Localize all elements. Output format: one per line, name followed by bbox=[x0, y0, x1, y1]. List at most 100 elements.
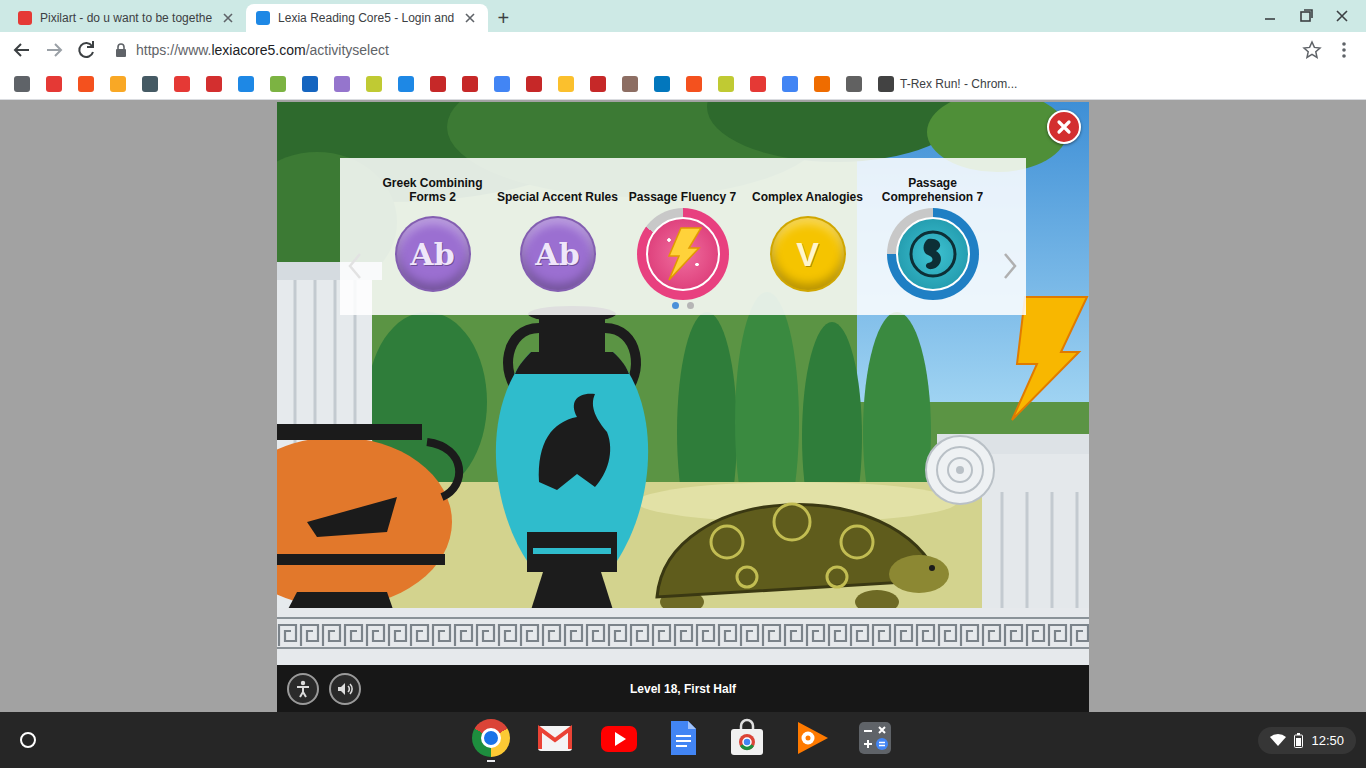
bookmark[interactable] bbox=[390, 70, 422, 98]
bookmark-icon bbox=[654, 76, 670, 92]
bookmark-icon bbox=[782, 76, 798, 92]
bookmark[interactable] bbox=[230, 70, 262, 98]
bookmark-icon bbox=[686, 76, 702, 92]
bookmark-icon bbox=[814, 76, 830, 92]
screen: Pixilart - do u want to be togethe Lexia… bbox=[0, 0, 1366, 768]
shelf-app[interactable] bbox=[651, 712, 715, 768]
sound-button[interactable] bbox=[329, 673, 361, 705]
page-dot[interactable] bbox=[672, 302, 679, 309]
taskbar: 12:50 bbox=[0, 712, 1366, 768]
bookmark[interactable] bbox=[806, 70, 838, 98]
status-area[interactable]: 12:50 bbox=[1258, 727, 1356, 754]
bookmark-icon bbox=[398, 76, 414, 92]
reload-icon[interactable] bbox=[70, 34, 102, 66]
speaker-icon bbox=[335, 679, 355, 699]
bookmark[interactable] bbox=[838, 70, 870, 98]
bookmark-icon bbox=[718, 76, 734, 92]
bookmark[interactable] bbox=[678, 70, 710, 98]
tab-strip: Pixilart - do u want to be togethe Lexia… bbox=[0, 0, 1366, 32]
bookmark[interactable] bbox=[326, 70, 358, 98]
bookmark[interactable] bbox=[134, 70, 166, 98]
bookmark[interactable] bbox=[550, 70, 582, 98]
running-indicator bbox=[807, 761, 815, 763]
lock-icon[interactable] bbox=[114, 42, 128, 58]
bookmark-icon bbox=[526, 76, 542, 92]
clock: 12:50 bbox=[1311, 733, 1344, 748]
close-icon[interactable] bbox=[462, 10, 478, 26]
bookmark[interactable] bbox=[102, 70, 134, 98]
bookmark[interactable] bbox=[710, 70, 742, 98]
shelf-app[interactable] bbox=[715, 712, 779, 768]
bookmark-icon bbox=[590, 76, 606, 92]
close-icon[interactable] bbox=[220, 10, 236, 26]
shelf-app[interactable] bbox=[523, 712, 587, 768]
browser-tab[interactable]: Lexia Reading Core5 - Login and bbox=[246, 4, 488, 32]
bookmark-icon bbox=[206, 76, 222, 92]
running-indicator bbox=[487, 760, 495, 762]
bookmark[interactable]: T-Rex Run! - Chrom... bbox=[870, 70, 1025, 98]
bookmark[interactable] bbox=[198, 70, 230, 98]
bookmark-icon bbox=[494, 76, 510, 92]
shelf-app[interactable] bbox=[843, 712, 907, 768]
activity-name: Passage Comprehension 7 bbox=[872, 174, 994, 204]
bookmark[interactable] bbox=[294, 70, 326, 98]
bookmark[interactable] bbox=[70, 70, 102, 98]
page-content: Greek Combining Forms 2 AbSpecial Accent… bbox=[0, 100, 1366, 712]
page-dot[interactable] bbox=[687, 302, 694, 309]
bookmark-icon bbox=[462, 76, 478, 92]
activity-badge-icon: V bbox=[770, 216, 846, 292]
browser-tab[interactable]: Pixilart - do u want to be togethe bbox=[8, 4, 246, 32]
bookmark[interactable] bbox=[646, 70, 678, 98]
bookmark[interactable] bbox=[454, 70, 486, 98]
bookmark-icon bbox=[430, 76, 446, 92]
bookmark[interactable] bbox=[774, 70, 806, 98]
bookmark-icon bbox=[878, 76, 894, 92]
forward-icon[interactable] bbox=[38, 34, 70, 66]
close-window-icon[interactable] bbox=[1326, 2, 1358, 30]
bookmark[interactable] bbox=[38, 70, 70, 98]
close-button[interactable] bbox=[1047, 110, 1081, 144]
bookmark[interactable] bbox=[262, 70, 294, 98]
menu-icon[interactable] bbox=[1328, 34, 1360, 66]
back-icon[interactable] bbox=[6, 34, 38, 66]
next-arrow-icon[interactable] bbox=[1002, 250, 1018, 282]
activity[interactable]: Passage Comprehension 7 bbox=[870, 174, 995, 300]
bookmark[interactable] bbox=[166, 70, 198, 98]
activity[interactable]: Complex Analogies V bbox=[745, 174, 870, 300]
shelf-app[interactable] bbox=[459, 712, 523, 768]
activity-name: Complex Analogies bbox=[752, 174, 863, 204]
chrome-icon bbox=[472, 719, 510, 757]
page-indicator bbox=[340, 302, 1026, 309]
favicon-icon bbox=[256, 11, 270, 25]
new-tab-button[interactable]: + bbox=[488, 4, 518, 32]
bookmark[interactable] bbox=[422, 70, 454, 98]
activity[interactable]: Special Accent Rules Ab bbox=[495, 174, 620, 300]
bookmark[interactable] bbox=[6, 70, 38, 98]
bookmark[interactable] bbox=[614, 70, 646, 98]
bookmark[interactable] bbox=[582, 70, 614, 98]
activity-progress-ring bbox=[637, 208, 729, 300]
gmail-icon bbox=[535, 718, 575, 758]
activity-name: Greek Combining Forms 2 bbox=[372, 174, 494, 204]
bookmark[interactable] bbox=[518, 70, 550, 98]
address-bar[interactable]: https://www.lexiacore5.com/activityselec… bbox=[102, 42, 1296, 58]
bookmark[interactable] bbox=[742, 70, 774, 98]
shelf-app[interactable] bbox=[587, 712, 651, 768]
bookmark[interactable] bbox=[486, 70, 518, 98]
bookmark[interactable] bbox=[358, 70, 390, 98]
close-icon bbox=[1055, 118, 1073, 136]
shelf-app[interactable] bbox=[779, 712, 843, 768]
bookmark-icon bbox=[142, 76, 158, 92]
star-icon[interactable] bbox=[1296, 34, 1328, 66]
accessibility-button[interactable] bbox=[287, 673, 319, 705]
play-music-icon bbox=[791, 718, 831, 758]
activity[interactable]: Greek Combining Forms 2 Ab bbox=[370, 174, 495, 300]
webstore-icon bbox=[727, 718, 767, 758]
launcher-icon[interactable] bbox=[20, 732, 36, 748]
activity-progress-ring bbox=[887, 208, 979, 300]
minimize-icon[interactable] bbox=[1254, 2, 1286, 30]
previous-arrow-icon[interactable] bbox=[347, 250, 363, 282]
activity[interactable]: Passage Fluency 7 bbox=[620, 174, 745, 300]
window-controls bbox=[1254, 2, 1366, 30]
restore-icon[interactable] bbox=[1290, 2, 1322, 30]
